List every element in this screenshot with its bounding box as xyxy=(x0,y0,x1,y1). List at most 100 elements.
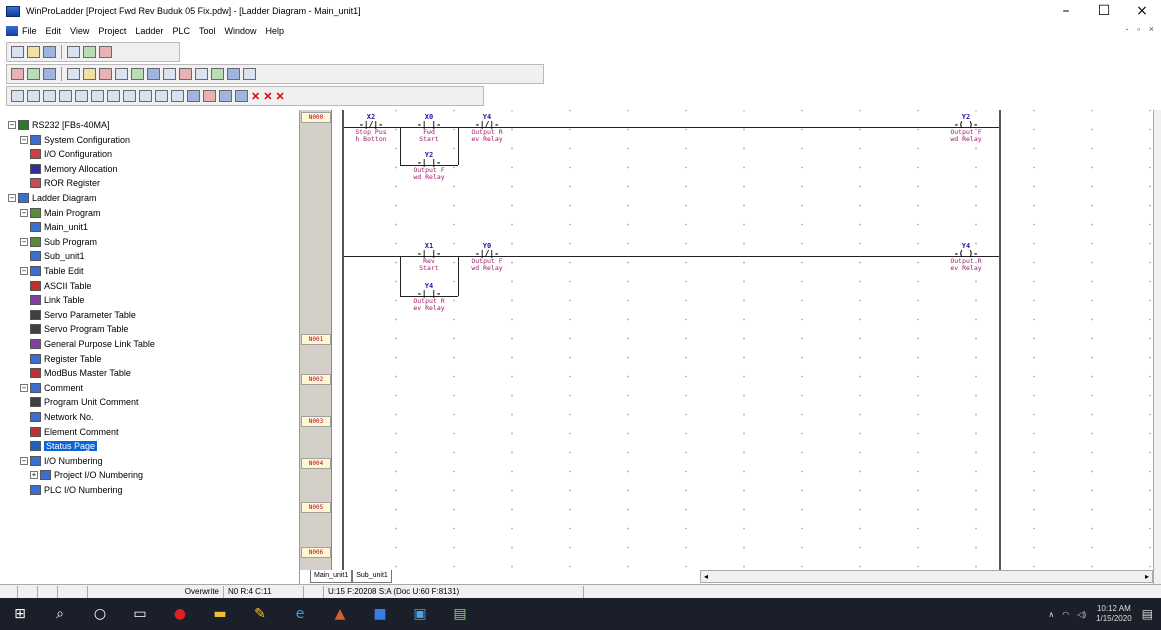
document-icon[interactable] xyxy=(6,26,18,36)
open-folder-icon[interactable] xyxy=(27,46,40,58)
tree-item[interactable]: − Sub Program xyxy=(20,235,97,249)
connect-icon[interactable] xyxy=(27,68,40,80)
tab-sub-unit1[interactable]: Sub_unit1 xyxy=(352,570,392,583)
menu-window[interactable]: Window xyxy=(224,26,256,36)
horizontal-line-icon[interactable] xyxy=(155,90,168,102)
contact-y0[interactable]: Y0 -|/|- Output F wd Relay xyxy=(459,242,515,272)
ladder-grid[interactable] xyxy=(340,110,1153,570)
menu-help[interactable]: Help xyxy=(265,26,284,36)
set-coil-icon[interactable] xyxy=(123,90,136,102)
monitor-icon[interactable] xyxy=(83,46,96,58)
network-number[interactable]: N003 xyxy=(301,416,331,427)
app-taskbar-icon[interactable]: ▤ xyxy=(440,598,480,630)
network-icon[interactable] xyxy=(243,68,256,80)
menu-ladder[interactable]: Ladder xyxy=(135,26,163,36)
tree-item[interactable]: I/O Configuration xyxy=(30,147,112,161)
scroll-left-icon[interactable]: ◂ xyxy=(704,571,708,582)
maximize-button[interactable]: ☐ xyxy=(1085,0,1123,22)
search-icon[interactable]: ⌕ xyxy=(40,598,80,630)
collapse-icon[interactable]: − xyxy=(20,135,28,144)
cortana-icon[interactable]: ○ xyxy=(80,598,120,630)
tree-item[interactable]: Register Table xyxy=(30,352,101,366)
network-number[interactable]: N006 xyxy=(301,547,331,558)
menu-tool[interactable]: Tool xyxy=(199,26,216,36)
tree-item[interactable]: − I/O Numbering xyxy=(20,454,103,468)
tree-item[interactable]: − Comment xyxy=(20,381,83,395)
tree-item[interactable]: PLC I/O Numbering xyxy=(30,483,123,497)
tree-item[interactable]: Element Comment xyxy=(30,425,119,439)
tree-item[interactable]: Servo Parameter Table xyxy=(30,308,136,322)
collapse-icon[interactable]: − xyxy=(8,194,16,202)
minimize-button[interactable]: – xyxy=(1047,0,1085,22)
network-number[interactable]: N000 xyxy=(301,112,331,123)
menu-project[interactable]: Project xyxy=(98,26,126,36)
paint-icon[interactable]: ✎ xyxy=(240,598,280,630)
contact-y4-latch[interactable]: Y4 -| |- Output R ev Relay xyxy=(401,282,457,312)
delete-icon[interactable] xyxy=(83,68,96,80)
tab-main-unit1[interactable]: Main_unit1 xyxy=(310,570,353,583)
volume-icon[interactable]: ◁) xyxy=(1077,610,1086,619)
coil-y4[interactable]: Y4 -( )- Output R ev Relay xyxy=(938,242,994,272)
tree-item[interactable]: Network No. xyxy=(30,410,94,424)
opera-icon[interactable]: ● xyxy=(160,598,200,630)
task-view-icon[interactable]: ▭ xyxy=(120,598,160,630)
instruction-icon[interactable] xyxy=(203,90,216,102)
contact-x1[interactable]: X1 -| |- Rev Start xyxy=(401,242,457,272)
collapse-icon[interactable]: − xyxy=(20,267,28,275)
tree-item[interactable]: ASCII Table xyxy=(30,279,91,293)
tree-item[interactable]: General Purpose Link Table xyxy=(30,337,155,351)
edge-icon[interactable]: e xyxy=(280,598,320,630)
tree-item[interactable]: Sub_unit1 xyxy=(30,249,85,263)
function-icon[interactable] xyxy=(131,68,144,80)
table-icon[interactable] xyxy=(195,68,208,80)
network-number[interactable]: N002 xyxy=(301,374,331,385)
close-button[interactable]: × xyxy=(1123,0,1161,22)
tree-item[interactable]: + Project I/O Numbering xyxy=(30,468,143,482)
scroll-right-icon[interactable]: ▸ xyxy=(1145,571,1149,582)
tree-item[interactable]: − Main Program xyxy=(20,206,101,220)
menu-file[interactable]: File xyxy=(22,26,37,36)
contact-x0[interactable]: X0 -| |- Fwd Start xyxy=(401,113,457,143)
rising-contact-icon[interactable] xyxy=(59,90,72,102)
timer-icon[interactable] xyxy=(147,68,160,80)
disconnect-icon[interactable] xyxy=(43,68,56,80)
nc-contact-icon[interactable] xyxy=(43,90,56,102)
contact-x2[interactable]: X2 -|/|- Stop Pus h Botton xyxy=(343,113,399,143)
tree-item[interactable]: ROR Register xyxy=(30,176,100,190)
file-explorer-icon[interactable]: ▬ xyxy=(200,598,240,630)
timer-block-icon[interactable] xyxy=(219,90,232,102)
tree-item[interactable]: Status Page xyxy=(30,439,98,453)
windows-start-icon[interactable]: ⊞ xyxy=(0,598,40,630)
network-number[interactable]: N004 xyxy=(301,458,331,469)
save-icon[interactable] xyxy=(43,46,56,58)
photos-icon[interactable]: ▲ xyxy=(320,598,360,630)
collapse-icon[interactable]: − xyxy=(20,383,28,392)
tree-item[interactable]: − RS232 [FBs-40MA] xyxy=(8,118,110,132)
tree-item[interactable]: Main_unit1 xyxy=(30,220,88,234)
delete-element-icon[interactable]: ✕ xyxy=(251,90,260,103)
vertical-scrollbar[interactable] xyxy=(1153,110,1161,584)
tree-item[interactable]: ModBus Master Table xyxy=(30,366,131,380)
pointer-icon[interactable] xyxy=(11,90,24,102)
print-icon[interactable] xyxy=(67,46,80,58)
coil-icon[interactable] xyxy=(115,68,128,80)
mdi-controls[interactable]: - ▫ × xyxy=(1126,24,1157,34)
tree-item[interactable]: Program Unit Comment xyxy=(30,395,139,409)
network-number[interactable]: N005 xyxy=(301,502,331,513)
no-contact-icon[interactable] xyxy=(27,90,40,102)
system-clock[interactable]: 10:12 AM 1/15/2020 xyxy=(1096,604,1132,624)
counter-icon[interactable] xyxy=(163,68,176,80)
collapse-icon[interactable]: − xyxy=(20,237,28,246)
collapse-icon[interactable]: − xyxy=(20,208,28,217)
new-file-icon[interactable] xyxy=(11,46,24,58)
run-icon[interactable] xyxy=(11,68,24,80)
contact-icon[interactable] xyxy=(99,68,112,80)
tree-item[interactable]: − Table Edit xyxy=(20,264,84,278)
insert-icon[interactable] xyxy=(67,68,80,80)
find-icon[interactable] xyxy=(211,68,224,80)
falling-contact-icon[interactable] xyxy=(75,90,88,102)
menu-plc[interactable]: PLC xyxy=(172,26,190,36)
inverse-coil-icon[interactable] xyxy=(107,90,120,102)
contact-y4[interactable]: Y4 -|/|- Output R ev Relay xyxy=(459,113,515,143)
open-coil-icon[interactable] xyxy=(91,90,104,102)
